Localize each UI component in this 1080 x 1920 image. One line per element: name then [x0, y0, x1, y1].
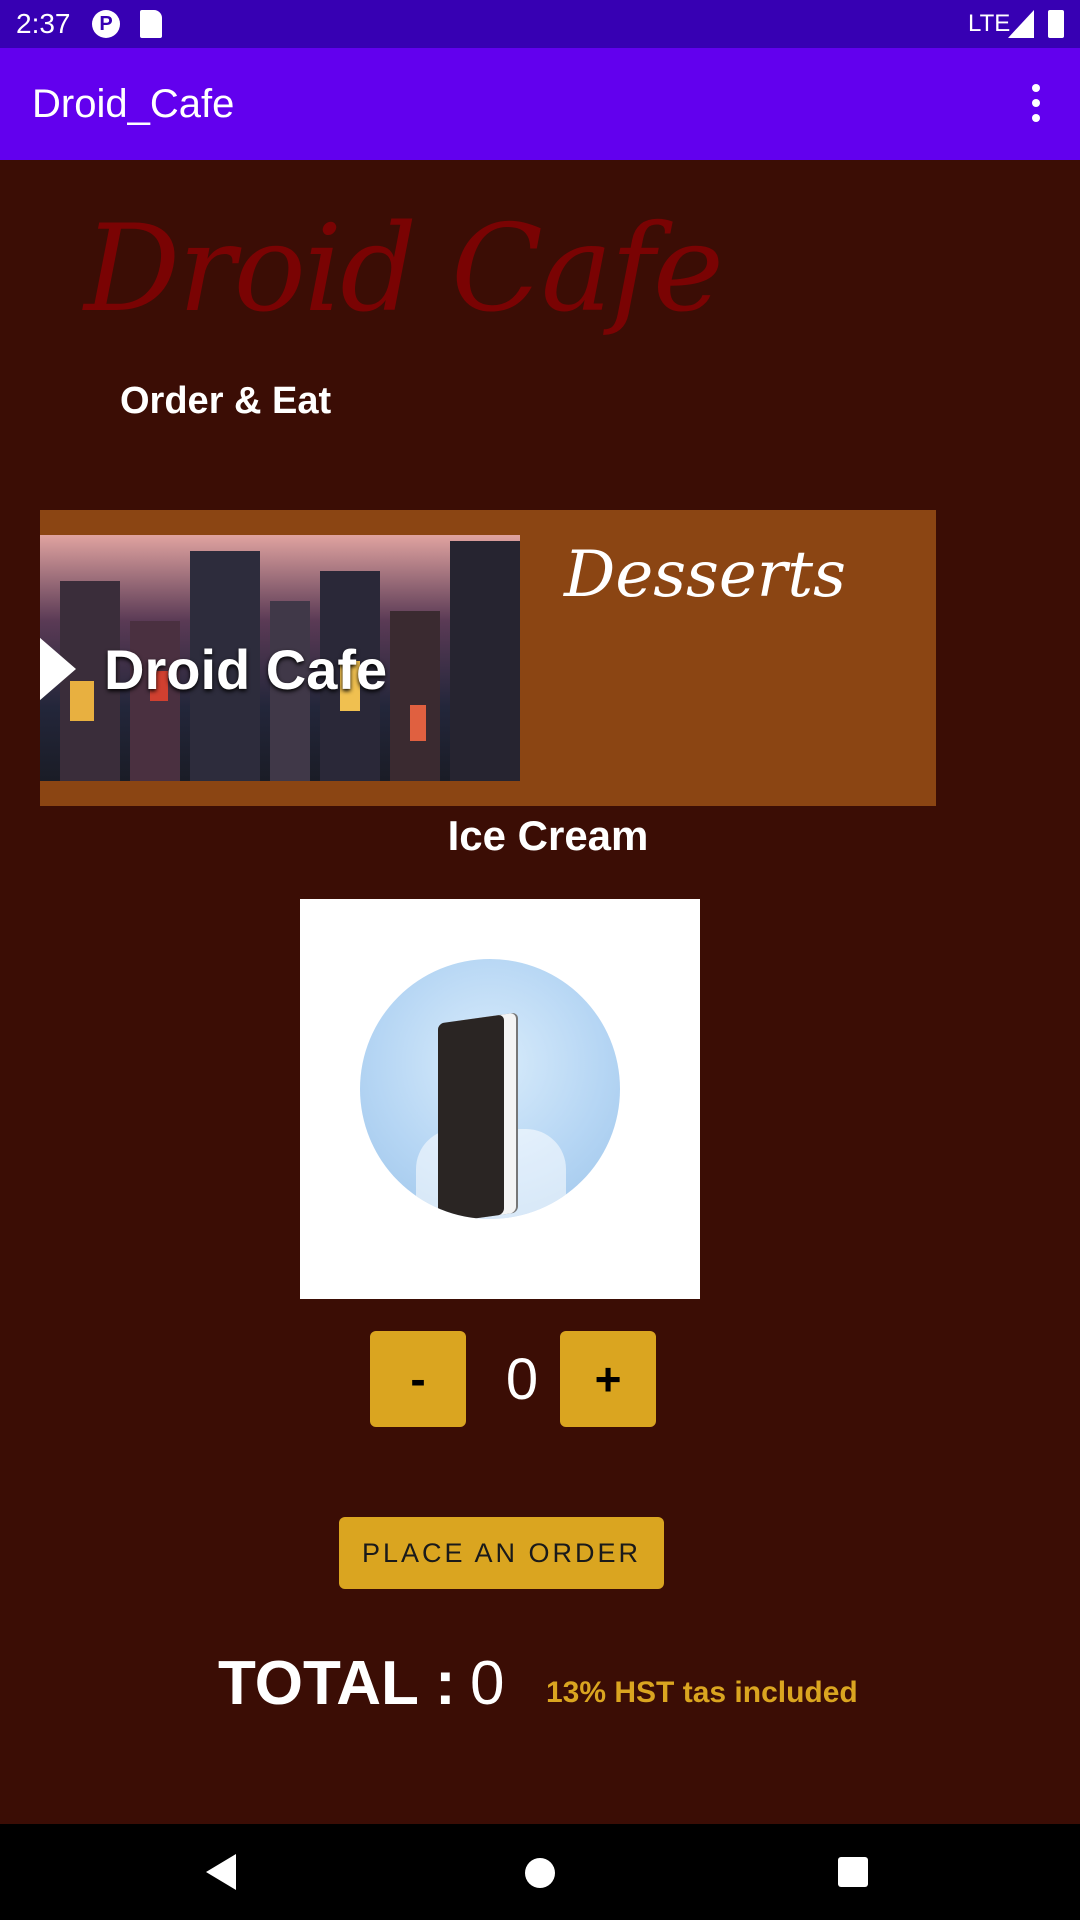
place-order-button[interactable]: PLACE AN ORDER: [339, 1517, 664, 1589]
home-icon[interactable]: [525, 1858, 555, 1888]
recent-apps-icon[interactable]: [838, 1857, 868, 1887]
tax-note: 13% HST tas included: [546, 1676, 858, 1709]
banner-image: Droid Cafe: [40, 535, 520, 781]
app-bar: Droid_Cafe: [0, 48, 1080, 160]
signal-icon: [1008, 10, 1034, 38]
more-vert-icon[interactable]: [1020, 84, 1052, 124]
tagline: Order & Eat: [120, 380, 332, 422]
banner-image-text: Droid Cafe: [104, 638, 388, 701]
status-time: 2:37: [16, 8, 71, 39]
battery-icon: [1048, 10, 1064, 38]
item-name: Ice Cream: [447, 812, 649, 859]
category-heading: Desserts: [564, 538, 846, 612]
product-image: [300, 899, 700, 1299]
category-banner: Droid Cafe Desserts: [40, 510, 936, 806]
ice-cream-sandwich-image: [360, 959, 620, 1219]
logo-title: Droid Cafe: [84, 200, 724, 339]
increment-button[interactable]: +: [560, 1331, 656, 1427]
back-icon[interactable]: [206, 1854, 236, 1890]
decrement-button[interactable]: -: [370, 1331, 466, 1427]
app-title: Droid_Cafe: [32, 82, 235, 126]
navigation-bar: [0, 1824, 1080, 1920]
total-value: 0: [470, 1649, 505, 1718]
network-type: LTE: [968, 10, 1011, 37]
status-bar: 2:37 P LTE: [0, 0, 1080, 48]
quantity-value: 0: [505, 1347, 539, 1412]
notification-icon: P: [92, 10, 120, 38]
total-label: TOTAL :: [218, 1649, 456, 1718]
sd-card-icon: [140, 10, 162, 38]
